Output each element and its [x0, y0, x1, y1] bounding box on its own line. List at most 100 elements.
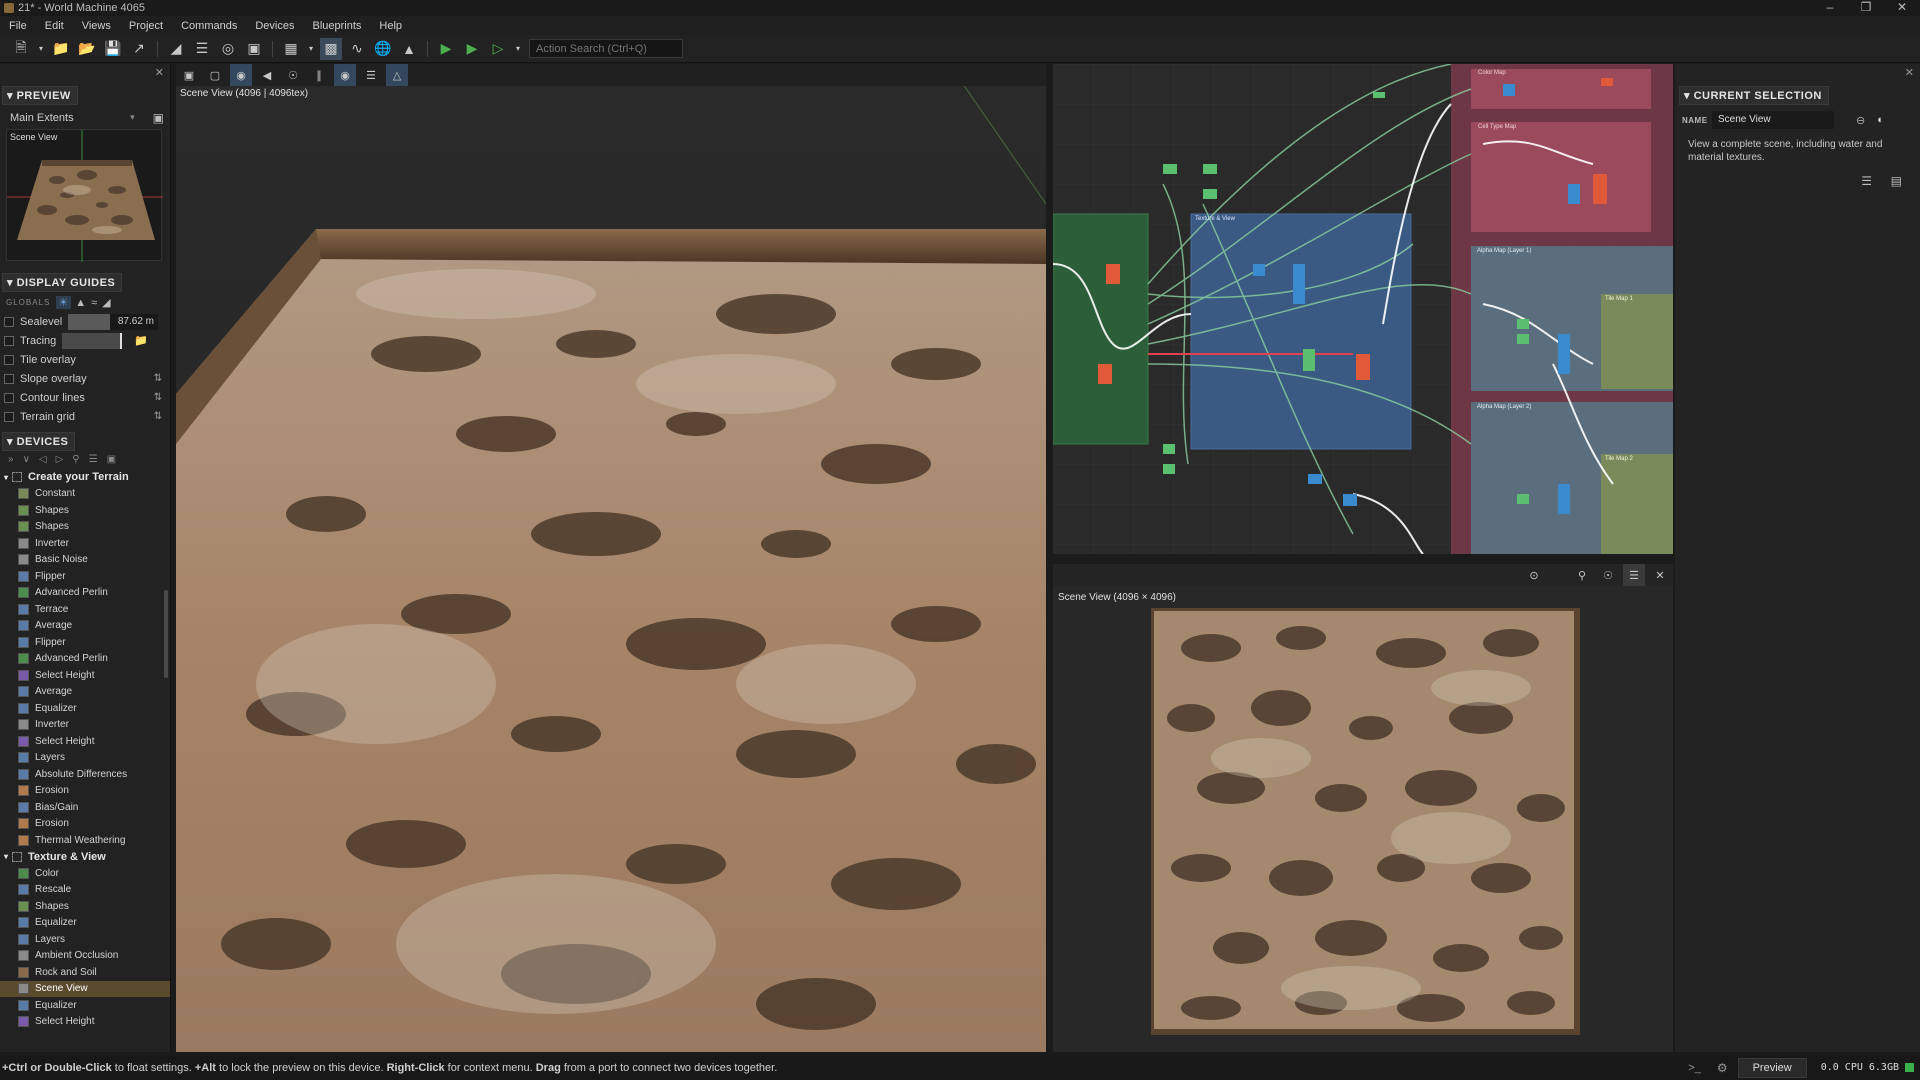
preview-section-header[interactable]: ▾ PREVIEW	[0, 85, 170, 105]
device-item[interactable]: Color	[0, 865, 170, 882]
devices-scrollbar[interactable]	[164, 590, 168, 678]
device-item[interactable]: Select Height	[0, 1014, 170, 1030]
menu-blueprints[interactable]: Blueprints	[303, 20, 370, 32]
scene-view-2d[interactable]: Scene View (4096 × 4096)	[1053, 586, 1673, 1052]
expand-arrow-icon[interactable]: ▾	[4, 473, 8, 482]
tracing-slider[interactable]	[62, 332, 122, 349]
close-button[interactable]: ✕	[1884, 0, 1920, 16]
device-item[interactable]: Erosion	[0, 783, 170, 800]
name-field[interactable]: Scene View	[1712, 111, 1834, 129]
folder-icon[interactable]: 📁	[134, 334, 148, 347]
menu-edit[interactable]: Edit	[36, 20, 73, 32]
device-group[interactable]: ▾ Create your Terrain	[0, 469, 170, 486]
device-item[interactable]: Average	[0, 618, 170, 635]
gear-icon[interactable]: ⚙	[1717, 1061, 1728, 1075]
device-graph[interactable]: Color Map Cell Type Map Texture & View A…	[1053, 64, 1673, 554]
lock-icon[interactable]: ▣	[107, 454, 116, 465]
device-item[interactable]: Bias/Gain	[0, 799, 170, 816]
devices-section-header[interactable]: ▾ DEVICES	[0, 431, 170, 451]
device-item[interactable]: Rock and Soil	[0, 964, 170, 981]
menu-project[interactable]: Project	[120, 20, 172, 32]
menu-views[interactable]: Views	[73, 20, 120, 32]
menu-devices[interactable]: Devices	[246, 20, 303, 32]
screenshot-icon[interactable]: ◉	[334, 64, 356, 86]
warning-icon[interactable]: △	[386, 64, 408, 86]
device-item[interactable]: Shapes	[0, 898, 170, 915]
device-item[interactable]: Basic Noise	[0, 552, 170, 569]
device-item[interactable]: Rescale	[0, 882, 170, 899]
device-item[interactable]: Scene View	[0, 980, 170, 997]
display-guides-section-header[interactable]: ▾ DISPLAY GUIDES	[0, 272, 170, 292]
device-item[interactable]: Select Height	[0, 733, 170, 750]
device-item[interactable]: Advanced Perlin	[0, 585, 170, 602]
terrain-grid-checkbox[interactable]	[4, 411, 14, 422]
open-folder-icon[interactable]: 📁	[50, 38, 72, 60]
tracing-checkbox[interactable]	[4, 335, 14, 346]
device-item[interactable]: Layers	[0, 931, 170, 948]
collapse-view-icon[interactable]: ✕	[1649, 564, 1671, 586]
device-item[interactable]: Flipper	[0, 568, 170, 585]
device-item[interactable]: Shapes	[0, 519, 170, 536]
menu-help[interactable]: Help	[370, 20, 411, 32]
prev-icon[interactable]: ◁	[39, 454, 47, 465]
device-item[interactable]: Inverter	[0, 535, 170, 552]
build-icon[interactable]: ▶	[461, 38, 483, 60]
device-item[interactable]: Equalizer	[0, 700, 170, 717]
preview-thumbnail[interactable]: Scene View	[6, 129, 163, 262]
device-item[interactable]: Absolute Differences	[0, 766, 170, 783]
color-toggle-icon[interactable]: ◐	[1877, 114, 1884, 126]
new-file-icon[interactable]: 🗎	[10, 38, 32, 60]
device-item[interactable]: Flipper	[0, 634, 170, 651]
settings-sliders-icon[interactable]: ☰	[1623, 564, 1645, 586]
search-icon[interactable]: ⚲	[72, 454, 79, 465]
save-icon[interactable]: 💾	[102, 38, 124, 60]
monitor-icon[interactable]: ▣	[153, 111, 164, 125]
extents-select[interactable]: Main Extents ▾ ▣	[0, 108, 170, 127]
globe-icon[interactable]: 🌐	[372, 38, 394, 60]
device-item[interactable]: Advanced Perlin	[0, 651, 170, 668]
contour-lines-checkbox[interactable]	[4, 392, 14, 403]
expand-all-icon[interactable]: »	[8, 454, 14, 465]
sealevel-checkbox[interactable]	[4, 316, 14, 327]
device-item[interactable]: Terrace	[0, 601, 170, 618]
export-icon[interactable]: ↗	[128, 38, 150, 60]
slope-icon[interactable]: ◢	[102, 296, 111, 309]
restore-button[interactable]: ❐	[1848, 0, 1884, 16]
eye-icon[interactable]: ☉	[1597, 564, 1619, 586]
action-search-input[interactable]	[529, 39, 683, 58]
sealevel-slider[interactable]	[68, 313, 110, 330]
lock-name-icon[interactable]: ⊖	[1856, 114, 1865, 127]
filter-icon[interactable]: ☰	[89, 454, 98, 465]
collapse-all-icon[interactable]: ∨	[23, 454, 30, 465]
new-dropdown-icon[interactable]: ▾	[36, 38, 46, 60]
menu-commands[interactable]: Commands	[172, 20, 246, 32]
settings-sliders-icon[interactable]: ☰	[191, 38, 213, 60]
light-icon[interactable]: ◀	[256, 64, 278, 86]
eye-icon[interactable]: ☉	[282, 64, 304, 86]
layout-icon[interactable]: ◢	[165, 38, 187, 60]
device-item[interactable]: Layers	[0, 750, 170, 767]
build-dropdown-icon[interactable]: ▾	[513, 38, 523, 60]
device-item[interactable]: Select Height	[0, 667, 170, 684]
frame-icon[interactable]: ▣	[243, 38, 265, 60]
device-item[interactable]: Equalizer	[0, 915, 170, 932]
terrain-icon[interactable]: ▲	[398, 38, 420, 60]
options-icon[interactable]: ⇅	[154, 411, 162, 422]
cube-icon[interactable]: ▢	[204, 64, 226, 86]
settings-sliders-icon[interactable]: ☰	[1861, 174, 1872, 188]
tile-overlay-checkbox[interactable]	[4, 354, 14, 365]
options-icon[interactable]: ⇅	[154, 392, 162, 403]
mirror-icon[interactable]: ∥	[308, 64, 330, 86]
paperclip-icon[interactable]: ⊙	[1523, 564, 1545, 586]
slope-overlay-checkbox[interactable]	[4, 373, 14, 384]
device-item[interactable]: Shapes	[0, 502, 170, 519]
graph-layout-icon[interactable]: ▩	[320, 37, 342, 60]
next-icon[interactable]: ▷	[56, 454, 64, 465]
device-group[interactable]: ▾ Texture & View	[0, 849, 170, 866]
preview-button[interactable]: Preview	[1737, 1057, 1807, 1078]
build-step-icon[interactable]: ▶	[435, 38, 457, 60]
zoom-icon[interactable]: ⚲	[1571, 564, 1593, 586]
waves-icon[interactable]: ≈	[91, 297, 98, 309]
menu-file[interactable]: File	[0, 20, 36, 32]
device-item[interactable]: Thermal Weathering	[0, 832, 170, 849]
